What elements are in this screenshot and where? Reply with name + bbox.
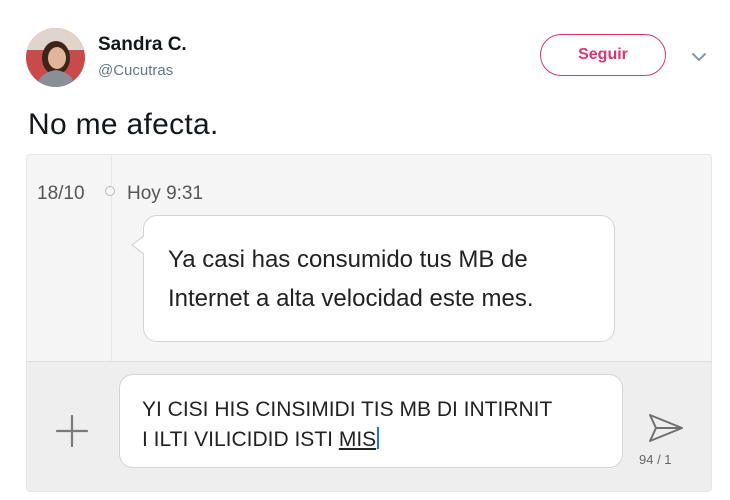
input-line: YI CISI HIS CINSIMIDI TIS MB DI INTIRNIT bbox=[142, 398, 553, 421]
message-date: 18/10 bbox=[37, 183, 85, 204]
plus-icon[interactable] bbox=[55, 414, 89, 448]
message-input[interactable]: YI CISI HIS CINSIMIDI TIS MB DI INTIRNIT… bbox=[119, 374, 623, 468]
avatar[interactable] bbox=[26, 28, 85, 87]
follow-button[interactable]: Seguir bbox=[540, 34, 666, 76]
message-bubble: Ya casi has consumido tus MB de Internet… bbox=[143, 215, 615, 342]
attached-screenshot[interactable]: 18/10 Hoy 9:31 Ya casi has consumido tus… bbox=[26, 154, 712, 492]
character-counter: 94 / 1 bbox=[639, 452, 672, 467]
author-handle[interactable]: @Cucutras bbox=[98, 62, 173, 79]
input-line: I ILTI VILICIDID ISTI MIS bbox=[142, 425, 608, 455]
input-text: I ILTI VILICIDID ISTI bbox=[142, 428, 339, 451]
bubble-tail-fill bbox=[133, 236, 145, 254]
timeline-dot bbox=[105, 186, 115, 196]
message-time: Hoy 9:31 bbox=[127, 183, 204, 204]
text-cursor bbox=[377, 427, 380, 449]
message-line: Internet a alta velocidad este mes. bbox=[168, 285, 534, 312]
message-line: Ya casi has consumido tus MB de bbox=[168, 246, 528, 273]
author-name[interactable]: Sandra C. bbox=[98, 34, 187, 56]
compose-bar: YI CISI HIS CINSIMIDI TIS MB DI INTIRNIT… bbox=[27, 361, 711, 491]
input-composing-word: MIS bbox=[338, 428, 377, 451]
chevron-down-icon[interactable] bbox=[690, 50, 708, 62]
send-icon[interactable] bbox=[647, 412, 685, 444]
tweet-text: No me afecta. bbox=[28, 108, 219, 141]
